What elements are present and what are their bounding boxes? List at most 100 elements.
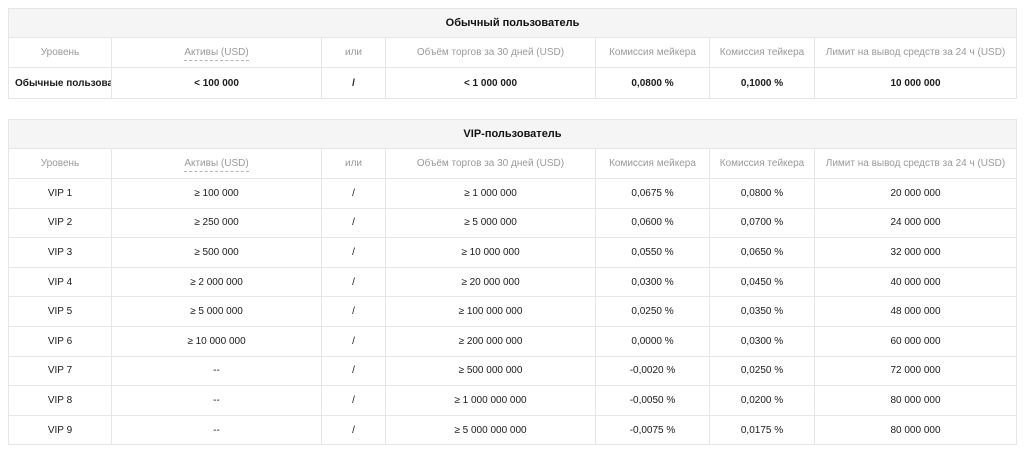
cell-withdraw-limit: 80 000 000 xyxy=(814,414,1017,446)
cell-or: / xyxy=(321,207,386,239)
cell-taker-fee: 0,0175 % xyxy=(709,414,815,446)
cell-taker-fee: 0,0450 % xyxy=(709,266,815,298)
cell-or: / xyxy=(321,296,386,327)
table-row: VIP 1 ≥ 100 000 / ≥ 1 000 000 0,0675 % 0… xyxy=(8,178,1017,209)
cell-volume: ≥ 10 000 000 xyxy=(385,237,596,268)
cell-level: VIP 6 xyxy=(8,325,112,357)
regular-user-table: Обычный пользователь Уровень Активы (USD… xyxy=(7,8,1018,99)
cell-maker-fee: -0,0020 % xyxy=(595,355,710,387)
cell-volume: ≥ 200 000 000 xyxy=(385,325,596,357)
cell-withdraw-limit: 32 000 000 xyxy=(814,237,1017,268)
cell-assets: -- xyxy=(111,385,322,416)
cell-volume: < 1 000 000 xyxy=(385,67,596,99)
header-maker-fee: Комиссия мейкера xyxy=(595,148,710,179)
cell-assets: ≥ 100 000 xyxy=(111,178,322,209)
table-row: Обычные пользователи < 100 000 / < 1 000… xyxy=(8,67,1018,99)
header-withdraw-limit: Лимит на вывод средств за 24 ч (USD) xyxy=(813,37,1018,68)
cell-withdraw-limit: 40 000 000 xyxy=(814,266,1017,298)
cell-taker-fee: 0,1000 % xyxy=(709,67,815,99)
cell-maker-fee: 0,0250 % xyxy=(595,296,710,327)
cell-withdraw-limit: 60 000 000 xyxy=(814,325,1017,357)
cell-level: VIP 7 xyxy=(8,355,112,387)
cell-or: / xyxy=(321,178,386,209)
cell-taker-fee: 0,0350 % xyxy=(709,296,815,327)
header-withdraw-limit: Лимит на вывод средств за 24 ч (USD) xyxy=(814,148,1017,179)
cell-taker-fee: 0,0200 % xyxy=(709,385,815,416)
vip-table-title: VIP-пользователь xyxy=(8,119,1017,149)
cell-withdraw-limit: 10 000 000 xyxy=(813,67,1018,99)
cell-maker-fee: -0,0075 % xyxy=(595,414,710,446)
header-assets-label[interactable]: Активы (USD) xyxy=(184,47,249,61)
cell-level: Обычные пользователи xyxy=(8,67,112,99)
cell-or: / xyxy=(321,355,386,387)
header-taker-fee: Комиссия тейкера xyxy=(709,37,815,68)
cell-or: / xyxy=(321,325,386,357)
cell-assets: -- xyxy=(111,414,322,446)
header-volume: Объём торгов за 30 дней (USD) xyxy=(385,148,596,179)
fee-tables-page: Обычный пользователь Уровень Активы (USD… xyxy=(0,0,1024,452)
cell-assets: ≥ 250 000 xyxy=(111,207,322,239)
table-row: VIP 9 -- / ≥ 5 000 000 000 -0,0075 % 0,0… xyxy=(8,414,1017,446)
cell-or: / xyxy=(321,266,386,298)
cell-level: VIP 5 xyxy=(8,296,112,327)
table-row: VIP 3 ≥ 500 000 / ≥ 10 000 000 0,0550 % … xyxy=(8,237,1017,268)
vip-user-table: VIP-пользователь Уровень Активы (USD) ил… xyxy=(8,119,1017,446)
cell-volume: ≥ 500 000 000 xyxy=(385,355,596,387)
header-assets[interactable]: Активы (USD) xyxy=(111,37,322,68)
cell-level: VIP 1 xyxy=(8,178,112,209)
table-row: VIP 6 ≥ 10 000 000 / ≥ 200 000 000 0,000… xyxy=(8,325,1017,357)
cell-assets: < 100 000 xyxy=(111,67,322,99)
cell-withdraw-limit: 48 000 000 xyxy=(814,296,1017,327)
cell-maker-fee: 0,0800 % xyxy=(595,67,710,99)
header-or: или xyxy=(321,37,386,68)
cell-assets: ≥ 500 000 xyxy=(111,237,322,268)
table-row: VIP 2 ≥ 250 000 / ≥ 5 000 000 0,0600 % 0… xyxy=(8,207,1017,239)
cell-level: VIP 3 xyxy=(8,237,112,268)
cell-withdraw-limit: 80 000 000 xyxy=(814,385,1017,416)
header-level: Уровень xyxy=(8,37,112,68)
table-row: VIP 7 -- / ≥ 500 000 000 -0,0020 % 0,025… xyxy=(8,355,1017,387)
cell-or: / xyxy=(321,237,386,268)
cell-maker-fee: 0,0675 % xyxy=(595,178,710,209)
cell-level: VIP 4 xyxy=(8,266,112,298)
table-row: VIP 5 ≥ 5 000 000 / ≥ 100 000 000 0,0250… xyxy=(8,296,1017,327)
cell-taker-fee: 0,0250 % xyxy=(709,355,815,387)
cell-withdraw-limit: 20 000 000 xyxy=(814,178,1017,209)
cell-maker-fee: 0,0300 % xyxy=(595,266,710,298)
cell-assets: ≥ 10 000 000 xyxy=(111,325,322,357)
cell-volume: ≥ 100 000 000 xyxy=(385,296,596,327)
cell-level: VIP 8 xyxy=(8,385,112,416)
cell-taker-fee: 0,0700 % xyxy=(709,207,815,239)
header-or: или xyxy=(321,148,386,179)
cell-maker-fee: 0,0000 % xyxy=(595,325,710,357)
cell-level: VIP 2 xyxy=(8,207,112,239)
cell-level: VIP 9 xyxy=(8,414,112,446)
cell-volume: ≥ 5 000 000 xyxy=(385,207,596,239)
cell-withdraw-limit: 72 000 000 xyxy=(814,355,1017,387)
cell-taker-fee: 0,0800 % xyxy=(709,178,815,209)
header-maker-fee: Комиссия мейкера xyxy=(595,37,710,68)
cell-volume: ≥ 1 000 000 000 xyxy=(385,385,596,416)
cell-volume: ≥ 1 000 000 xyxy=(385,178,596,209)
regular-table-title: Обычный пользователь xyxy=(7,8,1018,38)
cell-or: / xyxy=(321,414,386,446)
cell-assets: ≥ 2 000 000 xyxy=(111,266,322,298)
header-volume: Объём торгов за 30 дней (USD) xyxy=(385,37,596,68)
cell-volume: ≥ 5 000 000 000 xyxy=(385,414,596,446)
cell-or: / xyxy=(321,67,386,99)
header-level: Уровень xyxy=(8,148,112,179)
cell-or: / xyxy=(321,385,386,416)
cell-maker-fee: 0,0600 % xyxy=(595,207,710,239)
cell-maker-fee: 0,0550 % xyxy=(595,237,710,268)
header-taker-fee: Комиссия тейкера xyxy=(709,148,815,179)
cell-volume: ≥ 20 000 000 xyxy=(385,266,596,298)
table-row: VIP 4 ≥ 2 000 000 / ≥ 20 000 000 0,0300 … xyxy=(8,266,1017,298)
cell-taker-fee: 0,0650 % xyxy=(709,237,815,268)
header-assets[interactable]: Активы (USD) xyxy=(111,148,322,179)
cell-assets: ≥ 5 000 000 xyxy=(111,296,322,327)
cell-withdraw-limit: 24 000 000 xyxy=(814,207,1017,239)
cell-taker-fee: 0,0300 % xyxy=(709,325,815,357)
header-assets-label[interactable]: Активы (USD) xyxy=(184,158,249,172)
cell-maker-fee: -0,0050 % xyxy=(595,385,710,416)
table-row: VIP 8 -- / ≥ 1 000 000 000 -0,0050 % 0,0… xyxy=(8,385,1017,416)
